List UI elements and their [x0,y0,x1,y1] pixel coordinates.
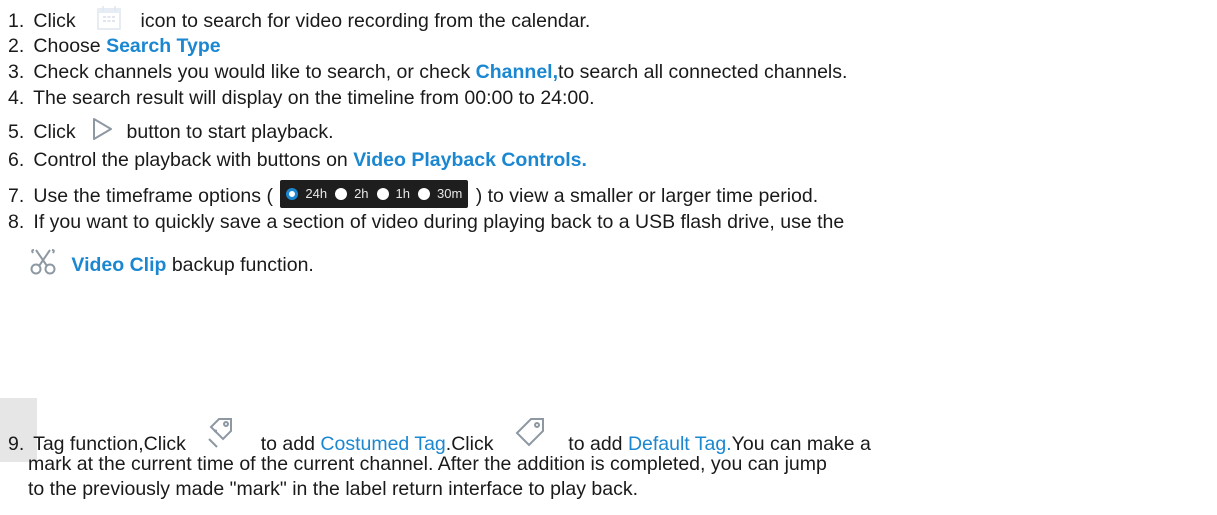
timeframe-option-30m[interactable]: 30m [418,182,462,206]
step-8-continued: Video Clip backup function. [28,249,314,281]
step-number: 6. [8,149,25,171]
step-number: 1. [8,10,25,33]
step-text: Check channels you would like to search,… [33,61,476,83]
step-3: 3. Check channels you would like to sear… [8,60,847,84]
radio-icon [335,188,348,200]
timeframe-label: 1h [395,186,410,201]
step-text: Use the timeframe options ( [33,185,273,207]
step-text: to search all connected channels. [558,61,848,83]
step-text: Choose [33,35,107,57]
search-type-label: Search Type [106,35,221,57]
step-2: 2. Choose Search Type [8,34,221,58]
step-text: backup function. [166,254,314,277]
step-number: 8. [8,211,25,233]
step-text: ) to view a smaller or larger time perio… [475,185,819,207]
step-text: Control the playback with buttons on [33,149,354,171]
step-text: button to start playback. [126,121,334,144]
radio-icon [418,188,430,200]
step-text: The search result will display on the ti… [33,87,595,109]
timeframe-selector: 24h 2h 1h 30m [280,180,469,208]
timeframe-label: 30m [437,186,463,201]
step-text: icon to search for video recording from … [140,10,591,33]
timeframe-option-1h[interactable]: 1h [376,182,410,206]
step-8: 8. If you want to quickly save a section… [8,210,844,234]
step-text: mark at the current time of the current … [28,453,827,475]
step-1: 1. Click icon to search for video record… [8,6,591,36]
step-text: to the previously made "mark" in the lab… [28,478,638,500]
add-tag-icon [205,413,241,449]
playback-controls-label: Video Playback Controls. [353,149,587,171]
step-7: 7. Use the timeframe options ( 24h 2h 1h… [8,180,819,210]
channel-label: Channel, [475,61,558,83]
step-text: If you want to quickly save a section of… [33,211,845,233]
timeframe-option-2h[interactable]: 2h [335,182,369,206]
scissors-icon [28,247,58,277]
step-number: 2. [8,35,25,57]
step-text: Click [33,121,76,144]
step-6: 6. Control the playback with buttons on … [8,148,587,172]
step-text: Click [33,10,76,33]
step-4: 4. The search result will display on the… [8,86,595,110]
step-9-line-2: mark at the current time of the current … [28,452,827,476]
calendar-icon [95,4,123,32]
step-number: 9. [8,433,25,456]
radio-icon [376,188,389,200]
step-9-line-3: to the previously made "mark" in the lab… [28,477,638,501]
step-number: 7. [8,185,25,207]
play-icon [89,116,115,142]
step-number: 3. [8,61,25,83]
video-clip-label: Video Clip [71,254,167,277]
tag-icon [513,413,549,449]
timeframe-label: 2h [354,186,369,201]
radio-selected-icon [286,188,299,200]
timeframe-label: 24h [305,186,328,201]
step-5: 5. Click button to start playback. [8,118,334,146]
step-number: 5. [8,121,25,144]
timeframe-option-24h[interactable]: 24h [286,182,327,206]
step-number: 4. [8,87,25,109]
